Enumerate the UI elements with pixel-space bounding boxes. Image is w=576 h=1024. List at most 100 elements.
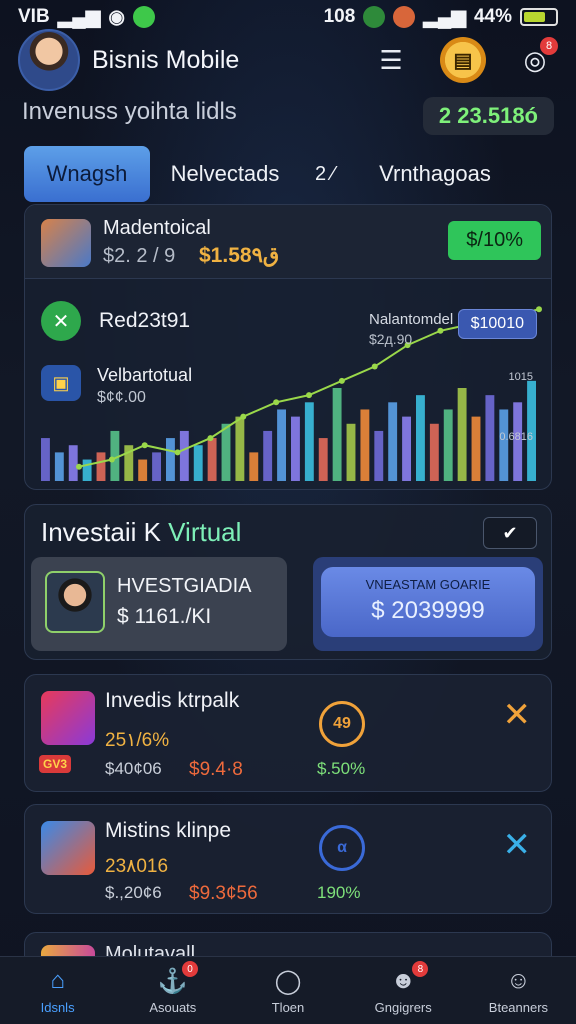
percent-badge[interactable]: $/10% [448,221,541,260]
video-play-icon [41,691,95,745]
invest-cta-panel: VNEASTAM GOARIE $ 2039999 [313,557,543,651]
home-icon: ⌂ [50,967,65,994]
nav-engagers[interactable]: ☻ 8 Gngigrers [346,957,461,1024]
battery-percent: 44% [473,6,512,27]
trend-point [207,435,214,442]
tab-wnagsh[interactable]: Wnagsh [24,146,150,202]
investment-card: Investaii Κ Virtual ✔ HVESTGIADIA $ 1161… [24,504,552,660]
nav-banners[interactable]: ☺ Bteanners [461,957,576,1024]
chart-bar [291,416,300,481]
investor-amount: $ 1161./ΚΙ [117,605,212,628]
chart-bar [207,438,217,481]
clock-label: 108 [323,6,356,27]
profile-icon: ☺ [506,967,531,994]
trend-point [273,399,280,406]
gift-tag: GV3 [39,755,72,773]
chart-bar [221,423,231,481]
close-icon[interactable]: ✕ [503,695,532,735]
list-item-title: Mistins klinpe [105,819,232,842]
carrier-label: VIB [18,6,50,27]
page-subtitle: Invenuss yoihta lidls [22,98,237,125]
chart-bar [443,409,453,481]
legend-label-1: Red23t91 [99,309,191,332]
bottom-nav: ⌂ Idsnls ⚓ 0 Asouats ◯ Tloen ☻ 8 Gngigre… [0,956,576,1024]
annotation-pill[interactable]: $10010 [457,309,537,339]
market-price: $1.58ق٩ [199,244,280,267]
chart-bar [138,459,148,481]
signal-strength-icon: ▂▄▆ [423,6,466,28]
chart-bar [416,395,425,481]
market-row[interactable]: Madentoical $2. 2 / 9 $1.58ق٩ $/10% [25,205,551,279]
menu-list-button[interactable]: ☰ [368,37,414,83]
list-item-percent: $.50% [317,759,366,778]
app-title: Bisnis Mobile [92,45,240,74]
trend-point [536,306,542,313]
list-item[interactable]: Mistins klinpe 23٨016 $.,20¢6 $9.3¢56 19… [24,804,552,914]
cta-title: VNEASTAM GOARIE [365,577,491,592]
trend-point [306,392,312,399]
notification-badge: 8 [540,37,558,55]
chart-bar [485,395,495,481]
tab-nelvectads[interactable]: Nelvectads [150,146,300,202]
investor-profile[interactable]: HVESTGIADIA $ 1161./ΚΙ [31,557,287,651]
chart-bar [471,416,481,481]
wifi-icon: ◉ [108,6,125,28]
investment-title-accent: Virtual [168,517,242,547]
list-item-price: $9.3¢56 [189,883,258,904]
chart-bar [318,438,328,481]
signal-icon: ▂▄▆ [57,6,101,28]
expand-button[interactable]: ✔ [483,517,537,549]
nav-badge: 0 [182,961,199,977]
notif-icon-2 [393,6,416,28]
chart-bar [346,423,356,481]
tab-vrnthagoas[interactable]: Vrnthagoas [350,146,520,202]
chart-bar [68,445,78,481]
wallet-button[interactable]: ▤ [440,37,486,83]
check-icon: ✔ [502,522,518,543]
nav-home[interactable]: ⌂ Idsnls [0,957,115,1024]
annotation-label: Nalantomdel [369,311,454,328]
app-header: Bisnis Mobile ☰ ▤ ◎ 8 [18,28,558,92]
list-item[interactable]: GV3 Invedis ktrpalk 25١/6% $40¢06 $9.4·8… [24,674,552,792]
chart-bar [304,402,314,481]
close-icon[interactable]: ✕ [503,825,532,865]
search-ring-icon[interactable]: α [319,825,365,871]
notifications-button[interactable]: ◎ 8 [512,37,558,83]
investor-avatar [45,571,105,633]
chart-bar [82,459,92,481]
list-item-value: 25١/6% [105,730,170,751]
list-item-value: 23٨016 [105,856,169,877]
legend-label-2: Velbartotual [97,365,193,385]
list-icon: ☰ [379,44,403,75]
chart-bar [96,452,106,481]
market-title: Madentoical [103,217,211,239]
trend-point [371,363,378,370]
chart-bar [41,438,50,481]
wallet-icon: ▤ [453,49,473,72]
trend-point [174,449,181,456]
investor-name: HVESTGIADIA [117,575,252,597]
rating-ring-icon[interactable]: 49 [319,701,365,747]
list-item-percent: 190% [317,883,361,902]
investment-title-main: Investaii Κ [41,517,169,547]
nav-label: Idsnls [40,1000,75,1015]
app-notif-icon [132,6,155,28]
nav-assets[interactable]: ⚓ 0 Asouats [115,957,230,1024]
nav-label: Bteanners [488,1000,549,1015]
chart-bar [54,452,64,481]
invest-cta-button[interactable]: VNEASTAM GOARIE $ 2039999 [321,567,535,637]
trend-point [437,327,444,334]
tab-tools[interactable]: 2 ⁄ [300,146,350,202]
nav-center[interactable]: ◯ Tloen [230,957,345,1024]
balance-pill[interactable]: 2 23.518ó [422,97,554,135]
legend-sub-2: $¢¢.00 [97,389,146,406]
circle-icon: ◯ [274,967,302,995]
axis-tick-top: 1015 [508,371,533,383]
list-item-amount: $40¢06 [105,759,162,778]
avatar[interactable] [18,29,80,91]
tab-bar: Wnagsh Nelvectads 2 ⁄ Vrnthagoas [24,146,552,202]
chart-box-icon: ▣ [41,365,81,401]
trend-point [76,463,82,470]
nav-label: Tloen [271,1000,305,1015]
trend-point [240,413,247,420]
